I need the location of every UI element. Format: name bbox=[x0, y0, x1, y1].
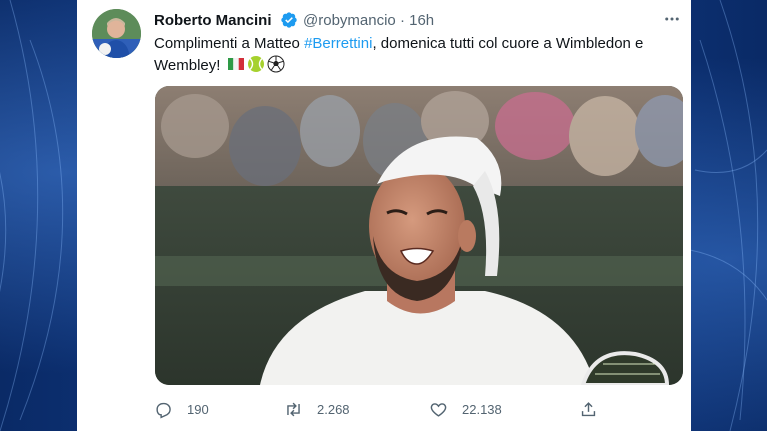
tweet-photo[interactable] bbox=[155, 86, 683, 385]
like-button[interactable]: 22.138 bbox=[429, 396, 502, 422]
tweet-text-start: Complimenti a Matteo bbox=[154, 35, 305, 52]
more-options-icon[interactable] bbox=[663, 10, 681, 33]
retweet-icon bbox=[287, 402, 300, 416]
tweet-actions-bar: 190 2.268 22.138 bbox=[154, 396, 674, 422]
share-icon bbox=[581, 401, 596, 416]
tennis-ball-icon bbox=[247, 56, 264, 72]
tweet-card[interactable]: Roberto Mancini @robymancio · 16h Compli… bbox=[77, 0, 691, 431]
soccer-ball-icon bbox=[267, 55, 285, 73]
author-handle[interactable]: @robymancio bbox=[303, 12, 396, 29]
reply-icon bbox=[156, 402, 171, 419]
italy-flag-icon bbox=[227, 58, 244, 70]
author-name[interactable]: Roberto Mancini bbox=[154, 12, 272, 29]
verified-badge-icon bbox=[281, 12, 297, 28]
share-button[interactable] bbox=[579, 396, 612, 422]
reply-button[interactable]: 190 bbox=[154, 396, 209, 422]
heart-icon bbox=[430, 402, 447, 417]
like-count: 22.138 bbox=[462, 401, 502, 417]
tweet-text: Complimenti a Matteo #Berrettini, domeni… bbox=[154, 33, 674, 77]
reply-count: 190 bbox=[187, 401, 209, 417]
avatar[interactable] bbox=[92, 9, 141, 58]
separator-dot: · bbox=[399, 12, 405, 29]
hashtag-link[interactable]: #Berrettini bbox=[304, 35, 372, 52]
tweet-time[interactable]: 16h bbox=[409, 12, 434, 29]
author-handle-time: @robymancio · 16h bbox=[303, 12, 434, 29]
retweet-count: 2.268 bbox=[317, 401, 350, 417]
retweet-button[interactable]: 2.268 bbox=[284, 396, 350, 422]
